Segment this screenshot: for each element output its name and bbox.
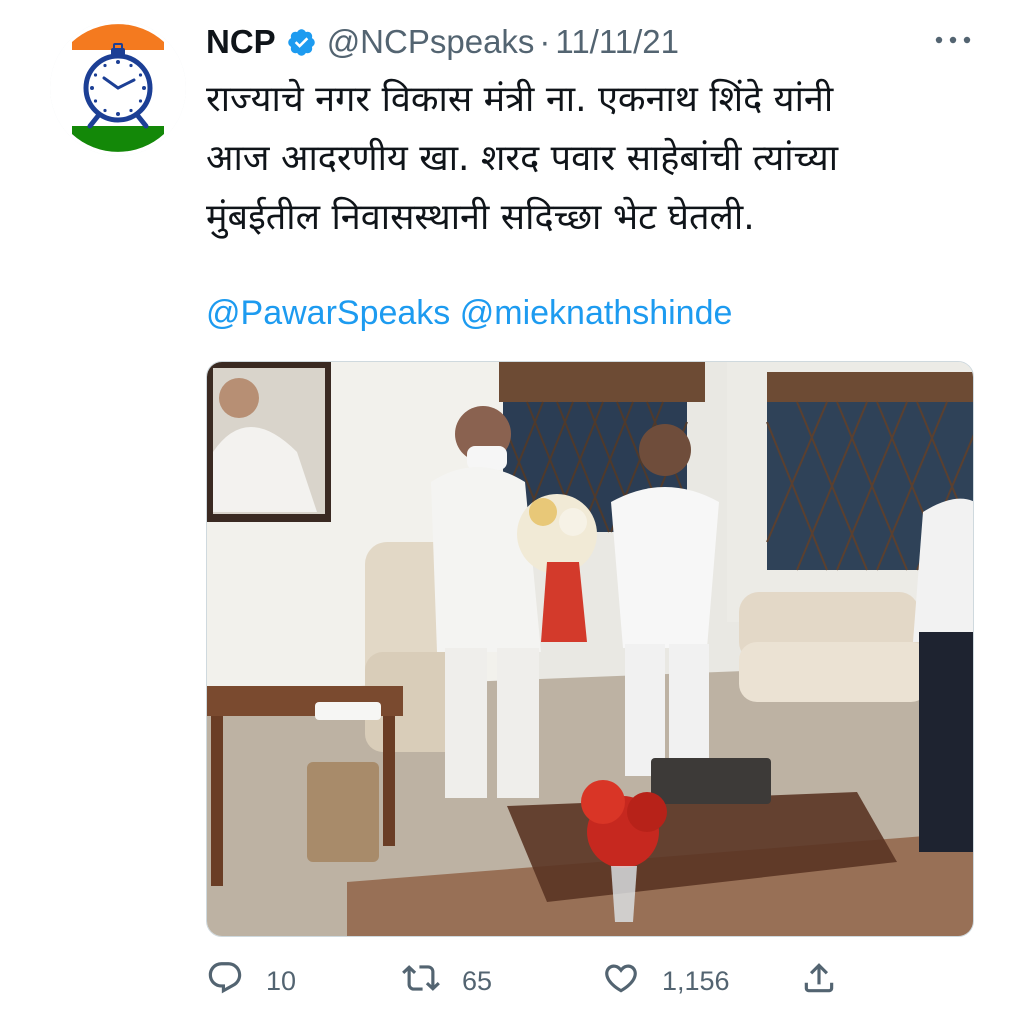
share-button[interactable] xyxy=(800,958,838,1004)
tweet-header: NCP @NCPspeaks · 11/11/21 xyxy=(206,22,766,62)
retweet-button[interactable]: 65 xyxy=(402,958,492,1004)
share-icon xyxy=(800,959,838,1004)
retweet-count: 65 xyxy=(462,965,493,996)
tweet-mentions: @PawarSpeaks @mieknathshinde xyxy=(206,294,732,333)
like-icon xyxy=(602,959,640,1004)
reply-icon xyxy=(206,959,244,1004)
account-handle[interactable]: @NCPspeaks xyxy=(327,23,535,61)
profile-avatar[interactable] xyxy=(50,20,186,156)
reply-button[interactable]: 10 xyxy=(206,958,296,1004)
tweet-actions: 10 65 1,156 xyxy=(206,958,846,1004)
reply-count: 10 xyxy=(266,965,297,996)
account-name[interactable]: NCP xyxy=(206,23,276,61)
mention-link[interactable]: @mieknathshinde xyxy=(460,294,733,332)
like-button[interactable]: 1,156 xyxy=(602,958,730,1004)
more-icon[interactable] xyxy=(930,28,976,52)
separator-dot: · xyxy=(539,23,551,60)
like-count: 1,156 xyxy=(662,965,730,996)
tweet-date[interactable]: 11/11/21 xyxy=(555,23,679,61)
verified-badge-icon xyxy=(286,27,317,58)
meeting-photo-illustration xyxy=(207,362,973,936)
retweet-icon xyxy=(402,959,440,1004)
tweet-text: राज्याचे नगर विकास मंत्री ना. एकनाथ शिंद… xyxy=(206,79,839,238)
ncp-clock-logo xyxy=(50,20,186,156)
tweet-photo[interactable] xyxy=(206,361,974,937)
mention-link[interactable]: @PawarSpeaks xyxy=(206,294,450,332)
